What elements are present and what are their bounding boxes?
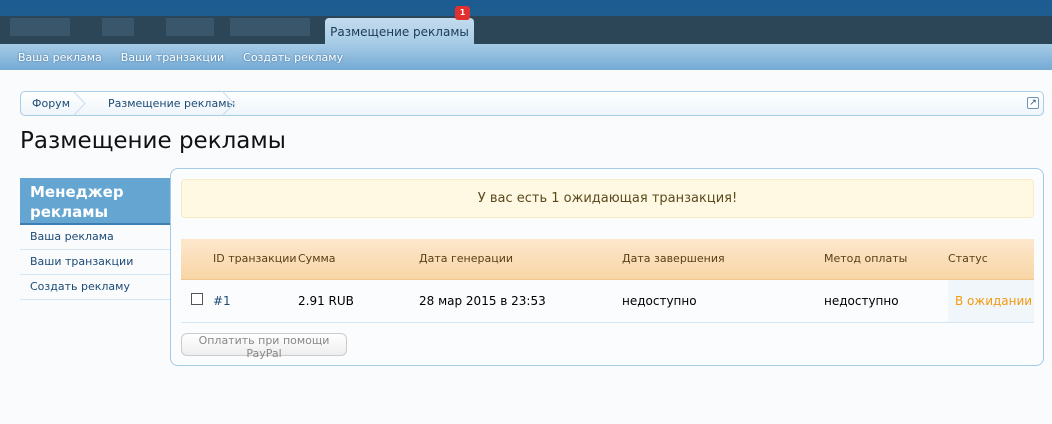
transactions-table: ID транзакции Сумма Дата генерации Дата … — [181, 239, 1034, 323]
main-panel: У вас есть 1 ожидающая транзакция! ID тр… — [170, 168, 1044, 366]
subnav-your-ads[interactable]: Ваша реклама — [18, 44, 102, 70]
select-column — [181, 239, 213, 280]
sidebar-item-your-transactions[interactable]: Ваши транзакции — [20, 250, 170, 275]
pay-paypal-button[interactable]: Оплатить при помощи PayPal — [181, 333, 347, 360]
sidebar: Менеджер рекламы Ваша реклама Ваши транз… — [20, 178, 170, 300]
blurred-tab[interactable] — [102, 18, 134, 36]
breadcrumb-separator-icon — [222, 91, 235, 116]
completed-date: недоступно — [622, 279, 824, 323]
col-id: ID транзакции — [213, 239, 298, 280]
sidebar-item-your-ads[interactable]: Ваша реклама — [20, 225, 170, 250]
breadcrumb-separator-icon — [73, 91, 86, 116]
notification-badge: 1 — [455, 6, 470, 20]
blurred-tab[interactable] — [10, 18, 70, 36]
generated-date: 28 мар 2015 в 23:53 — [419, 279, 622, 323]
col-method: Метод оплаты — [824, 239, 948, 280]
table-row: #1 2.91 RUB 28 мар 2015 в 23:53 недоступ… — [181, 279, 1034, 323]
subnav-your-transactions[interactable]: Ваши транзакции — [121, 44, 224, 70]
amount: 2.91 RUB — [298, 279, 419, 323]
blurred-tab[interactable] — [230, 18, 310, 36]
breadcrumb: Форум Размещение рекламы ↗ — [20, 91, 1044, 116]
col-generated: Дата генерации — [419, 239, 622, 280]
sidebar-title: Менеджер рекламы — [20, 178, 170, 225]
sub-nav: Ваша реклама Ваши транзакции Создать рек… — [0, 44, 1052, 70]
tab-ad-placement[interactable]: Размещение рекламы — [325, 18, 474, 44]
row-checkbox[interactable] — [191, 293, 203, 305]
sidebar-item-create-ad[interactable]: Создать рекламу — [20, 275, 170, 300]
col-status: Статус — [948, 239, 1034, 280]
blurred-tab[interactable] — [166, 18, 214, 36]
col-amount: Сумма — [298, 239, 419, 280]
payment-method: недоступно — [824, 279, 948, 323]
col-completed: Дата завершения — [622, 239, 824, 280]
pending-notice: У вас есть 1 ожидающая транзакция! — [181, 179, 1034, 218]
page-title: Размещение рекламы — [20, 128, 286, 154]
status-badge: В ожидании — [948, 279, 1034, 323]
external-link-icon[interactable]: ↗ — [1027, 97, 1039, 109]
transaction-id-link[interactable]: #1 — [213, 279, 298, 323]
top-bar — [0, 0, 1052, 44]
subnav-create-ad[interactable]: Создать рекламу — [243, 44, 343, 70]
